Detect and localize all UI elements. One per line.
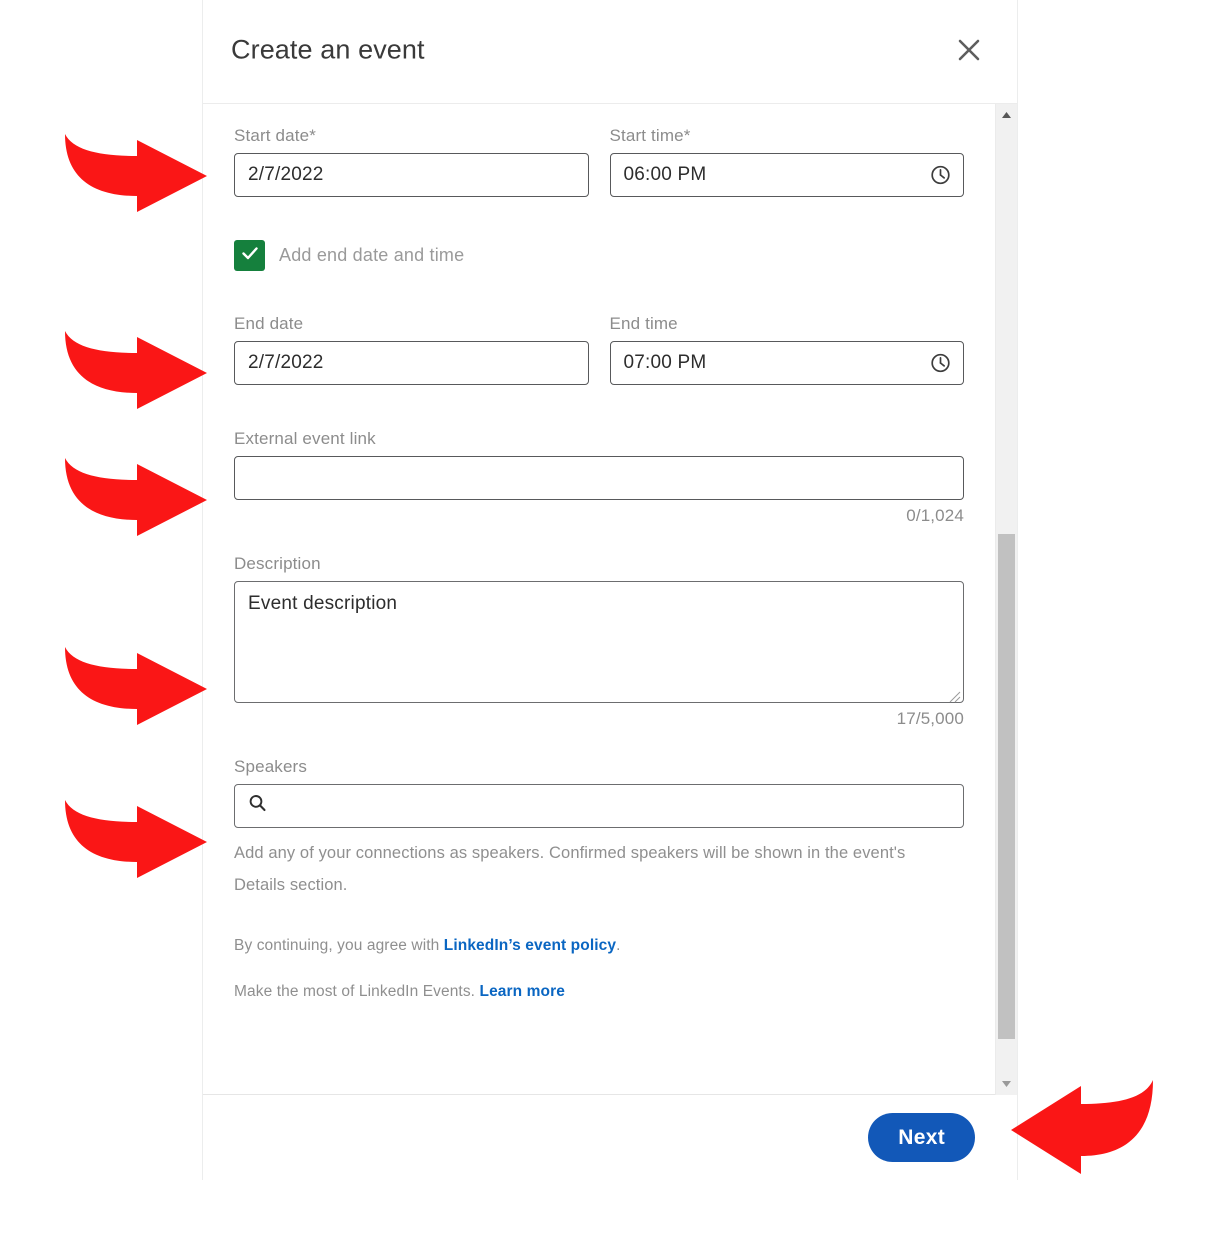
speakers-group: Speakers Add any of your connections as … — [234, 757, 964, 901]
add-end-date-label: Add end date and time — [279, 245, 465, 265]
start-time-value: 06:00 PM — [623, 164, 707, 185]
arrow-start-date — [59, 132, 211, 216]
description-value: Event description — [248, 593, 398, 614]
next-button[interactable]: Next — [868, 1113, 975, 1162]
modal-scroll-area: Start date* 2/7/2022 Start time* 06:00 P… — [203, 104, 1017, 1095]
clock-icon[interactable] — [930, 353, 951, 374]
end-time-value: 07:00 PM — [623, 352, 707, 373]
speakers-label: Speakers — [234, 757, 308, 776]
end-date-value: 2/7/2022 — [248, 352, 324, 373]
speakers-helper-text: Add any of your connections as speakers.… — [234, 844, 906, 895]
end-time-label: End time — [609, 314, 678, 333]
start-time-label: Start time* — [609, 126, 691, 145]
scrollbar-up-button[interactable] — [996, 104, 1017, 126]
arrow-end-date — [59, 329, 211, 413]
start-time-input[interactable]: 06:00 PM — [609, 153, 964, 197]
external-link-input[interactable] — [234, 456, 964, 500]
start-date-group: Start date* 2/7/2022 — [234, 126, 589, 197]
event-policy-prefix: By continuing, you agree with — [234, 937, 444, 955]
modal-header: Create an event — [203, 0, 1017, 104]
arrow-speakers — [59, 798, 211, 882]
start-time-group: Start time* 06:00 PM — [609, 126, 964, 197]
start-row: Start date* 2/7/2022 Start time* 06:00 P… — [234, 126, 964, 197]
event-policy-suffix: . — [616, 937, 621, 955]
description-counter: 17/5,000 — [896, 709, 964, 728]
caret-up-icon — [1001, 106, 1012, 124]
learn-more-link[interactable]: Learn more — [480, 983, 565, 1000]
check-icon — [239, 242, 261, 269]
clock-icon[interactable] — [930, 165, 951, 186]
external-link-label: External event link — [234, 429, 376, 448]
speakers-search-input[interactable] — [234, 784, 964, 828]
description-textarea[interactable]: Event description — [234, 581, 964, 703]
event-policy-link[interactable]: LinkedIn’s event policy — [444, 937, 616, 954]
start-date-value: 2/7/2022 — [248, 164, 324, 185]
page-title: Create an event — [231, 34, 425, 65]
external-link-group: External event link 0/1,024 — [234, 429, 964, 526]
resize-grip-icon[interactable] — [948, 687, 961, 703]
learn-more-line: Make the most of LinkedIn Events. Learn … — [234, 983, 964, 1001]
end-time-group: End time 07:00 PM — [609, 314, 964, 385]
event-form: Start date* 2/7/2022 Start time* 06:00 P… — [234, 104, 964, 1001]
arrow-next-button — [1007, 1078, 1159, 1178]
description-label: Description — [234, 554, 321, 573]
start-date-label: Start date* — [234, 126, 316, 145]
event-policy-line: By continuing, you agree with LinkedIn’s… — [234, 937, 964, 955]
search-icon — [247, 793, 268, 819]
modal-footer: Next — [203, 1095, 1017, 1180]
modal-scrollbar[interactable] — [995, 104, 1017, 1095]
arrow-external-event-link — [59, 456, 211, 540]
add-end-date-checkbox[interactable] — [234, 240, 265, 271]
learn-more-prefix: Make the most of LinkedIn Events. — [234, 983, 480, 1001]
external-link-counter: 0/1,024 — [906, 506, 964, 525]
end-row: End date 2/7/2022 End time 07:00 PM — [234, 314, 964, 385]
arrow-description — [59, 645, 211, 729]
description-group: Description Event description 17/5,000 — [234, 554, 964, 729]
add-end-date-checkbox-row[interactable]: Add end date and time — [234, 240, 964, 271]
start-date-input[interactable]: 2/7/2022 — [234, 153, 589, 197]
end-date-label: End date — [234, 314, 304, 333]
scrollbar-thumb[interactable] — [998, 534, 1015, 1039]
create-event-modal: Create an event Start date* 2/7/2022 Sta… — [202, 0, 1018, 1180]
close-icon — [954, 35, 984, 65]
end-time-input[interactable]: 07:00 PM — [609, 341, 964, 385]
end-date-input[interactable]: 2/7/2022 — [234, 341, 589, 385]
end-date-group: End date 2/7/2022 — [234, 314, 589, 385]
close-button[interactable] — [949, 30, 989, 70]
